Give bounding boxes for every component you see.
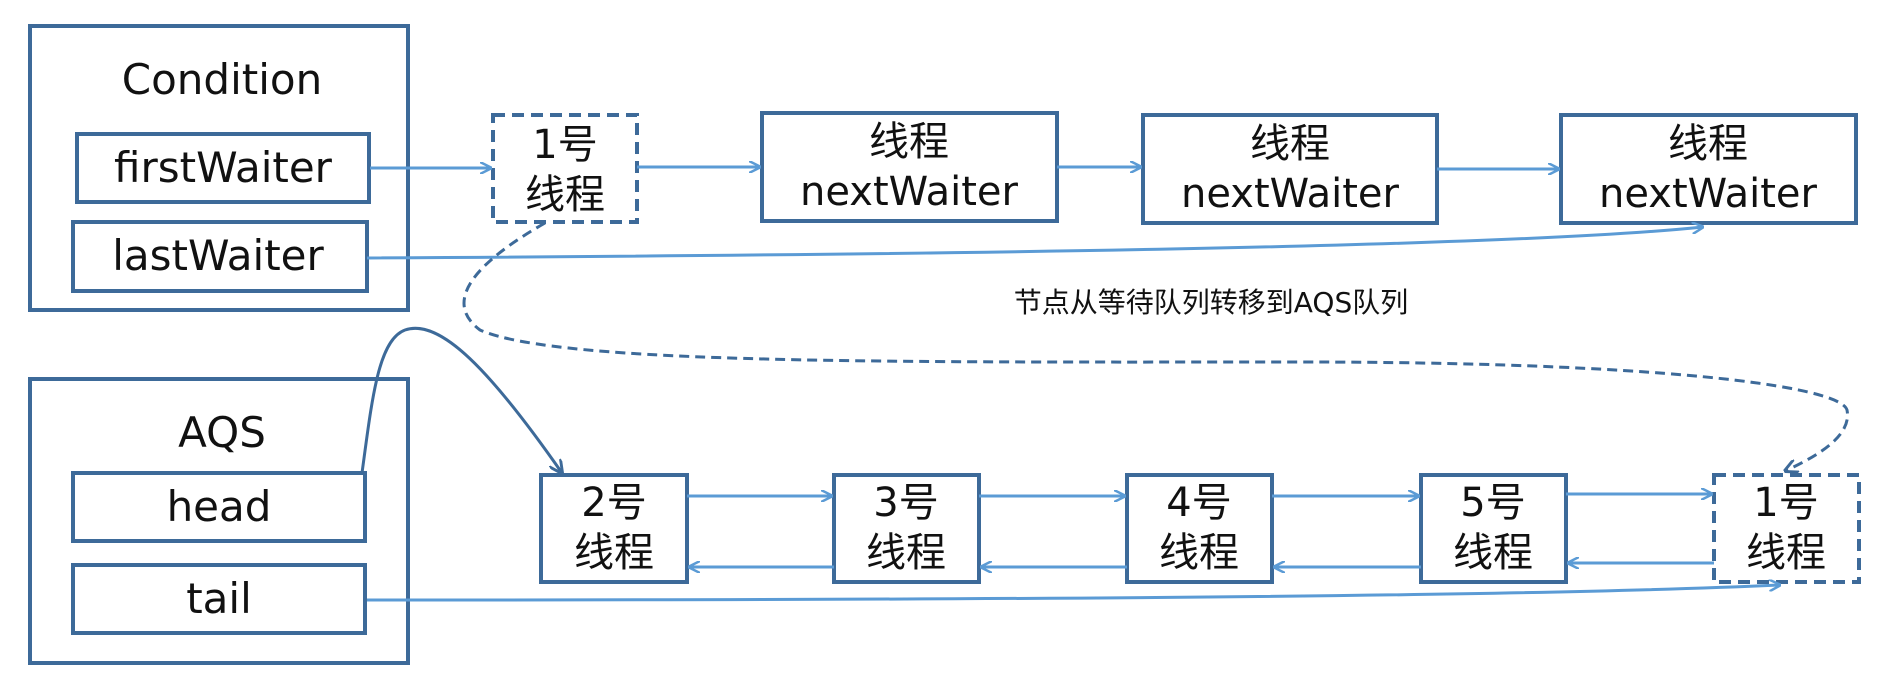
sync-node-thread-5: 5号 线程 bbox=[1419, 473, 1568, 584]
condition-aqs-diagram: Condition firstWaiter lastWaiter AQS hea… bbox=[28, 24, 1861, 665]
head-label: head bbox=[167, 482, 272, 531]
sync-node-line1: 2号 bbox=[581, 480, 646, 526]
transfer-note: 节点从等待队列转移到AQS队列 bbox=[1014, 286, 1408, 319]
sync-node-line2: 线程 bbox=[1746, 530, 1826, 576]
wait-node-line1: 1号 bbox=[532, 122, 597, 168]
sync-node-line1: 4号 bbox=[1166, 480, 1231, 526]
wait-node-2: 线程 nextWaiter bbox=[760, 111, 1059, 223]
wait-node-thread-1: 1号 线程 bbox=[491, 113, 639, 224]
sync-node-thread-4: 4号 线程 bbox=[1125, 473, 1274, 584]
sync-node-line1: 5号 bbox=[1460, 480, 1525, 526]
first-waiter-label: firstWaiter bbox=[114, 143, 333, 192]
last-waiter-label: lastWaiter bbox=[112, 231, 324, 280]
aqs-object: AQS head tail bbox=[28, 377, 410, 665]
sync-node-thread-1: 1号 线程 bbox=[1712, 473, 1861, 584]
wait-node-line1: 线程 bbox=[869, 119, 949, 165]
sync-node-line2: 线程 bbox=[866, 530, 946, 576]
transfer-arrow bbox=[462, 221, 1849, 471]
sync-node-line2: 线程 bbox=[1453, 530, 1533, 576]
sync-node-line2: 线程 bbox=[1159, 530, 1239, 576]
sync-node-line1: 1号 bbox=[1753, 480, 1818, 526]
sync-node-line1: 3号 bbox=[873, 480, 938, 526]
wait-node-3: 线程 nextWaiter bbox=[1141, 113, 1439, 225]
condition-object: Condition firstWaiter lastWaiter bbox=[28, 24, 410, 312]
wait-node-4: 线程 nextWaiter bbox=[1559, 113, 1858, 225]
wait-node-line2: nextWaiter bbox=[1599, 171, 1818, 217]
wait-node-line2: 线程 bbox=[525, 172, 605, 218]
aqs-title: AQS bbox=[178, 408, 266, 457]
sync-node-thread-3: 3号 线程 bbox=[832, 473, 981, 584]
wait-node-line1: 线程 bbox=[1668, 121, 1748, 167]
last-waiter-pointer-arrow bbox=[366, 227, 1703, 260]
wait-node-line2: nextWaiter bbox=[1181, 171, 1400, 217]
sync-node-line2: 线程 bbox=[574, 530, 654, 576]
sync-node-thread-2: 2号 线程 bbox=[539, 473, 689, 584]
wait-node-line1: 线程 bbox=[1250, 121, 1330, 167]
tail-pointer-arrow bbox=[366, 585, 1780, 602]
wait-node-line2: nextWaiter bbox=[800, 169, 1019, 215]
tail-label: tail bbox=[186, 574, 252, 623]
condition-title: Condition bbox=[122, 55, 322, 104]
